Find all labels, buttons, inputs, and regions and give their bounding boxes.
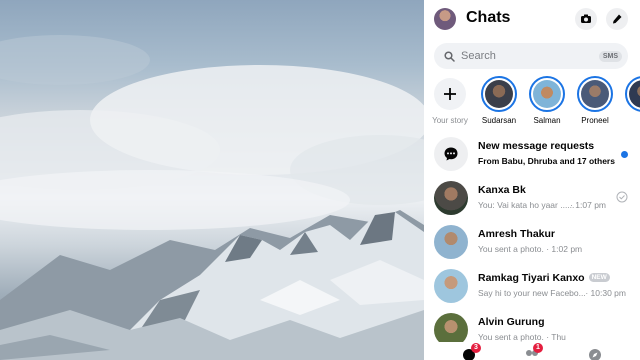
- bottom-nav: 3 1: [424, 342, 640, 360]
- chat-time: · 10:30 pm: [585, 288, 626, 298]
- story-avatar: [629, 80, 640, 108]
- nav-chats-tab[interactable]: 3: [462, 343, 481, 360]
- chat-preview: You sent a photo. · Thu: [478, 332, 566, 342]
- message-requests-subtitle: From Babu, Dhruba and 17 others: [478, 156, 615, 166]
- chat-bubble-icon: [444, 147, 458, 161]
- sms-badge[interactable]: SMS: [598, 50, 622, 62]
- pencil-icon: [613, 14, 622, 24]
- chat-preview: You: Vai kata ho yaar ......: [478, 200, 575, 210]
- chat-preview: Say hi to your new Facebo...: [478, 288, 586, 298]
- new-message-button[interactable]: [606, 8, 628, 30]
- page-title: Chats: [466, 9, 511, 26]
- wallpaper: [0, 0, 424, 360]
- chat-name: Kanxa Bk: [478, 184, 526, 196]
- chat-name: Alvin Gurung: [478, 316, 545, 328]
- chat-preview-text: You sent a photo.: [478, 244, 544, 254]
- camera-button[interactable]: [575, 8, 597, 30]
- chats-panel: Chats Search SMS Your story Sudarsan Sal…: [424, 0, 640, 360]
- story-proneel[interactable]: Proneel: [573, 76, 617, 125]
- avatar: [434, 225, 468, 259]
- story-label: Proneel: [581, 116, 609, 125]
- nav-discover-tab[interactable]: [588, 348, 604, 360]
- story-salman[interactable]: Salman: [525, 76, 569, 125]
- story-label: Salman: [533, 116, 561, 125]
- chat-name: Ramkag Tiyari Kanxo NEW: [478, 272, 610, 284]
- search-icon: [444, 50, 455, 62]
- nav-people-tab[interactable]: 1: [524, 343, 543, 360]
- story-your-story[interactable]: Your story: [428, 76, 472, 125]
- chat-time: · 1:07 pm: [570, 200, 606, 210]
- message-requests-avatar: [434, 137, 468, 171]
- story-avatar: [581, 80, 609, 108]
- unread-dot: [621, 151, 628, 158]
- story-avatar: [533, 80, 561, 108]
- story-label: Your story: [432, 116, 468, 125]
- people-badge: 1: [533, 343, 543, 353]
- chat-row-ramkag-tiyari-kanxo[interactable]: Ramkag Tiyari Kanxo NEW Say hi to your ne…: [424, 266, 640, 306]
- mountain-landscape-image: [0, 35, 424, 360]
- chats-header: Chats: [424, 0, 640, 38]
- chat-row-amresh-thakur[interactable]: Amresh Thakur You sent a photo. · 1:02 p…: [424, 222, 640, 262]
- add-story-button[interactable]: [434, 78, 466, 110]
- story-label: B: [621, 116, 640, 125]
- compass-icon: [589, 349, 601, 360]
- chat-name: Amresh Thakur: [478, 228, 556, 240]
- chat-time: · 1:02 pm: [546, 244, 583, 254]
- stories-row: Your story Sudarsan Salman Proneel B: [424, 76, 640, 126]
- avatar: [434, 181, 468, 215]
- sent-check-icon: [616, 191, 628, 203]
- story-label: Sudarsan: [481, 116, 517, 125]
- story-b[interactable]: B: [621, 76, 640, 125]
- chat-preview: You sent a photo. · 1:02 pm: [478, 244, 582, 254]
- story-avatar: [485, 80, 513, 108]
- message-requests-row[interactable]: New message requests From Babu, Dhruba a…: [424, 134, 640, 174]
- search-bar[interactable]: Search SMS: [434, 43, 628, 69]
- search-placeholder: Search: [461, 50, 496, 62]
- chat-name-text: Ramkag Tiyari Kanxo: [478, 272, 585, 284]
- chats-badge: 3: [471, 343, 481, 353]
- story-sudarsan[interactable]: Sudarsan: [477, 76, 521, 125]
- plus-icon: [444, 88, 456, 100]
- new-badge: NEW: [588, 273, 610, 282]
- avatar: [434, 269, 468, 303]
- message-requests-title: New message requests: [478, 140, 595, 152]
- chat-row-kanxa-bk[interactable]: Kanxa Bk You: Vai kata ho yaar ...... · …: [424, 178, 640, 218]
- camera-icon: [581, 14, 591, 23]
- profile-avatar[interactable]: [434, 8, 456, 30]
